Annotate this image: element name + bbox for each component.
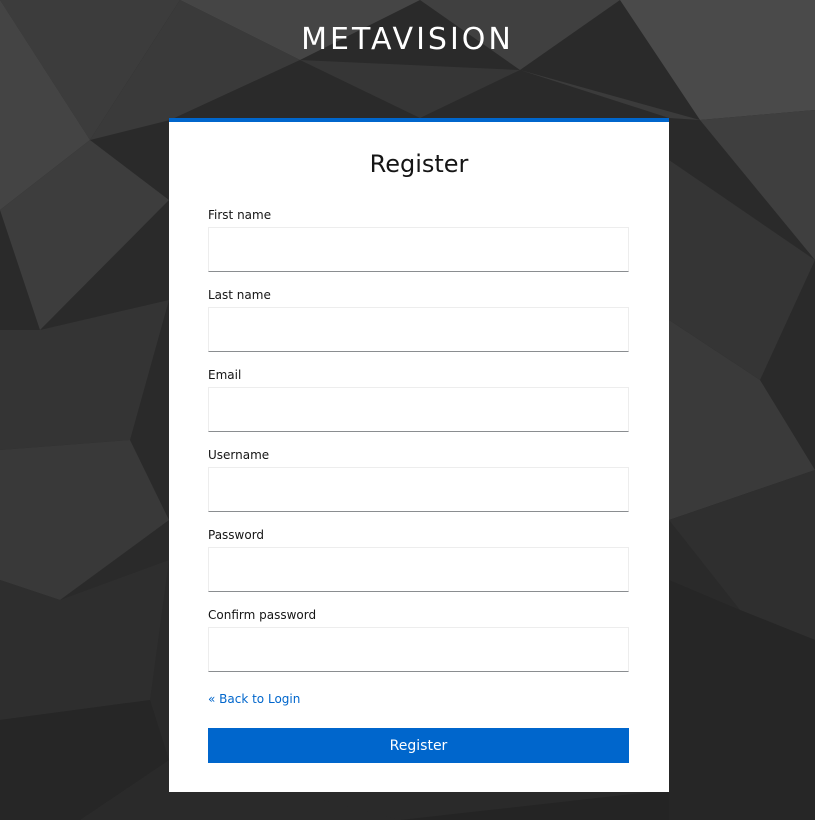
- last-name-field-group: Last name: [208, 287, 629, 352]
- confirm-password-field-group: Confirm password: [208, 607, 629, 672]
- username-field-group: Username: [208, 447, 629, 512]
- email-label: Email: [208, 368, 242, 382]
- email-field-group: Email: [208, 367, 629, 432]
- confirm-password-input[interactable]: [208, 627, 629, 672]
- username-input[interactable]: [208, 467, 629, 512]
- first-name-input[interactable]: [208, 227, 629, 272]
- password-label: Password: [208, 528, 265, 542]
- first-name-label: First name: [208, 208, 272, 222]
- last-name-input[interactable]: [208, 307, 629, 352]
- confirm-password-label: Confirm password: [208, 608, 317, 622]
- password-input[interactable]: [208, 547, 629, 592]
- password-field-group: Password: [208, 527, 629, 592]
- brand-title: METAVISION: [301, 22, 514, 57]
- register-card: Register First name Last name Email User…: [169, 118, 669, 792]
- back-to-login-link[interactable]: « Back to Login: [208, 692, 300, 706]
- email-input[interactable]: [208, 387, 629, 432]
- last-name-label: Last name: [208, 288, 271, 302]
- first-name-field-group: First name: [208, 207, 629, 272]
- username-label: Username: [208, 448, 270, 462]
- page-title: Register: [369, 150, 469, 178]
- register-button[interactable]: Register: [208, 728, 629, 763]
